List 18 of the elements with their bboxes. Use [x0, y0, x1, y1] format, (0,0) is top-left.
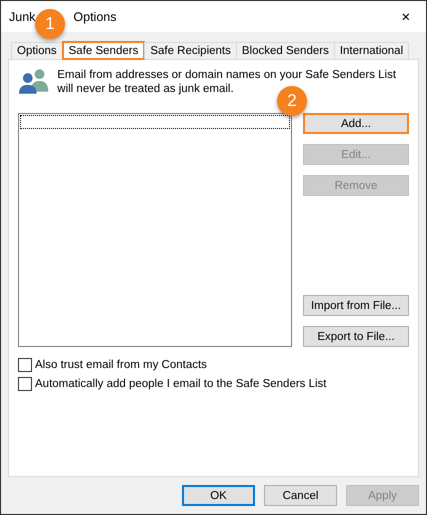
tab[interactable]: Safe Recipients — [144, 42, 237, 59]
checkbox-label: Automatically add people I email to the Safe Senders List — [35, 378, 327, 390]
safe-senders-list[interactable] — [18, 113, 292, 347]
checkbox[interactable] — [18, 377, 32, 391]
close-button[interactable]: ✕ — [386, 1, 426, 32]
people-icon — [18, 68, 50, 94]
tab[interactable]: Safe Senders — [62, 41, 146, 60]
checkbox[interactable] — [18, 358, 32, 372]
dialog-button[interactable]: Cancel — [264, 485, 337, 506]
side-button[interactable]: Import from File... — [303, 295, 409, 316]
side-button[interactable]: Add... — [303, 113, 409, 134]
window-title: Options — [73, 10, 116, 24]
tab[interactable]: International — [334, 42, 410, 59]
tab[interactable]: Options — [11, 42, 63, 59]
side-button[interactable]: Export to File... — [303, 326, 409, 347]
window-title: Junk — [9, 10, 36, 24]
checkbox-label: Also trust email from my Contacts — [35, 359, 207, 371]
dialog-button[interactable]: OK — [182, 485, 255, 506]
